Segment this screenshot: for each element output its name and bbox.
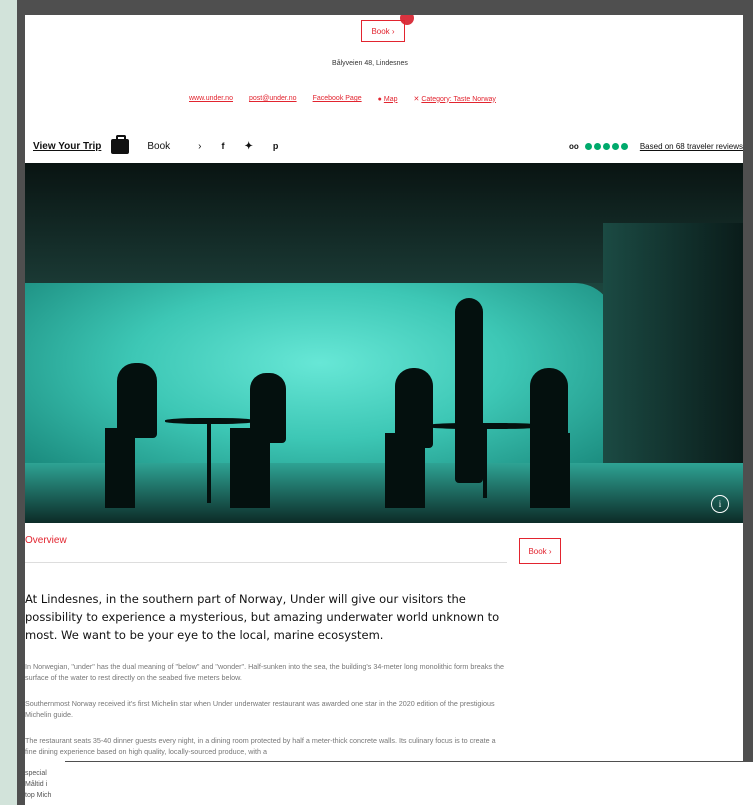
rating-dot — [584, 142, 592, 150]
facebook-page-link[interactable]: Facebook Page — [313, 95, 362, 103]
contact-links: www.under.no post@under.no Facebook Page… — [189, 95, 496, 103]
divider — [25, 562, 507, 563]
suitcase-icon[interactable] — [111, 134, 130, 154]
view-your-trip-link[interactable]: View Your Trip — [33, 141, 101, 152]
rating-dot — [593, 142, 601, 150]
email-link[interactable]: post@under.no — [249, 95, 297, 103]
chevron-right-icon[interactable]: › — [198, 141, 201, 152]
book-button-top[interactable]: Book › — [361, 20, 405, 42]
clipped-text: special — [25, 770, 47, 777]
website-link[interactable]: www.under.no — [189, 95, 233, 103]
rating-dots — [584, 142, 628, 150]
map-link-label: Map — [383, 95, 398, 103]
rating-dot — [620, 142, 628, 150]
facebook-icon[interactable]: f — [222, 141, 225, 151]
trip-toolbar: View Your Trip Book › f ✦ p oo Based on … — [33, 133, 743, 159]
table-leg — [483, 428, 487, 498]
category-link-label: Category: Taste Norway — [421, 95, 496, 103]
rating-dot — [611, 142, 619, 150]
body-paragraph: The restaurant seats 35-40 dinner guests… — [25, 736, 496, 756]
overview-heading: Overview — [25, 535, 67, 546]
body-paragraph: Southernmost Norway received it's first … — [25, 699, 495, 719]
lead-paragraph: At Lindesnes, in the southern part of No… — [25, 592, 500, 642]
clipped-text: Måltid i — [25, 781, 48, 788]
overlay-panel — [64, 762, 753, 805]
reviews-link[interactable]: Based on 68 traveler reviews — [640, 142, 743, 151]
attraction-page: Book › Bålyveien 48, Lindesnes www.under… — [25, 15, 743, 761]
pinterest-icon[interactable]: p — [273, 141, 279, 151]
hero-image: i — [25, 163, 743, 523]
map-pin-icon: ● — [377, 95, 382, 103]
cutlery-icon: ✕ — [413, 96, 420, 103]
book-button-side[interactable]: Book › — [519, 538, 561, 564]
toolbar-book-button[interactable]: Book — [147, 141, 170, 152]
category-link[interactable]: ✕ Category: Taste Norway — [413, 95, 496, 104]
chair-silhouette — [385, 433, 425, 508]
twitter-icon[interactable]: ✦ — [245, 141, 253, 152]
waiter-silhouette — [455, 298, 483, 483]
address: Bålyveien 48, Lindesnes — [332, 60, 408, 67]
chair-silhouette — [230, 428, 270, 508]
chair-silhouette — [530, 433, 570, 508]
clipped-text: top Mich — [25, 792, 52, 799]
tripadvisor-rating[interactable]: oo Based on 68 traveler reviews — [569, 142, 743, 151]
table-leg — [207, 423, 211, 503]
rating-dot — [602, 142, 610, 150]
body-paragraph: In Norwegian, "under" has the dual meani… — [25, 662, 504, 682]
tripadvisor-owl-icon: oo — [569, 141, 579, 151]
info-icon[interactable]: i — [711, 495, 729, 513]
chair-silhouette — [105, 428, 135, 508]
diner-silhouette — [117, 363, 157, 438]
map-link[interactable]: ● Map — [378, 95, 398, 103]
